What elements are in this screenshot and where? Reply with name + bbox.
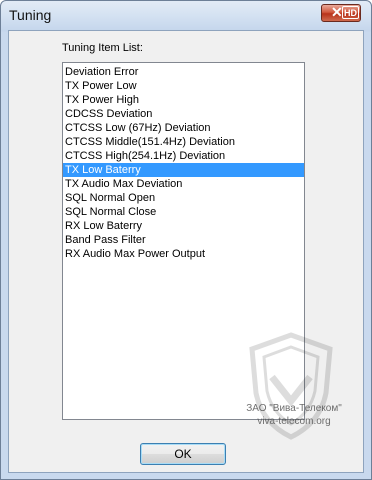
tuning-dialog: Tuning ✕ HD Tuning Item List: Deviation … [0, 0, 372, 480]
list-item[interactable]: TX Power Low [63, 79, 304, 93]
ok-button[interactable]: OK [140, 443, 226, 465]
list-item[interactable]: RX Audio Max Power Output [63, 247, 304, 261]
hd-badge: HD [342, 6, 359, 19]
list-item[interactable]: TX Low Baterry [63, 163, 304, 177]
watermark-text: ЗАО "Вива-Телеком" viva-telecom.org [229, 402, 359, 428]
list-item[interactable]: CTCSS High(254.1Hz) Deviation [63, 149, 304, 163]
close-button[interactable]: ✕ HD [321, 4, 361, 22]
list-item[interactable]: Deviation Error [63, 65, 304, 79]
tuning-item-list-label: Tuning Item List: [62, 42, 143, 54]
watermark-url: viva-telecom.org [257, 416, 331, 427]
list-item[interactable]: SQL Normal Close [63, 205, 304, 219]
close-icon: ✕ [331, 4, 343, 20]
title-bar[interactable]: Tuning ✕ HD [1, 1, 371, 31]
list-item[interactable]: CDCSS Deviation [63, 107, 304, 121]
list-item[interactable]: SQL Normal Open [63, 191, 304, 205]
list-item[interactable]: TX Power High [63, 93, 304, 107]
list-item[interactable]: CTCSS Low (67Hz) Deviation [63, 121, 304, 135]
list-item[interactable]: TX Audio Max Deviation [63, 177, 304, 191]
list-item[interactable]: CTCSS Middle(151.4Hz) Deviation [63, 135, 304, 149]
list-item[interactable]: Band Pass Filter [63, 233, 304, 247]
watermark-company: ЗАО "Вива-Телеком" [246, 403, 342, 414]
window-title: Tuning [9, 7, 52, 23]
list-item[interactable]: RX Low Baterry [63, 219, 304, 233]
